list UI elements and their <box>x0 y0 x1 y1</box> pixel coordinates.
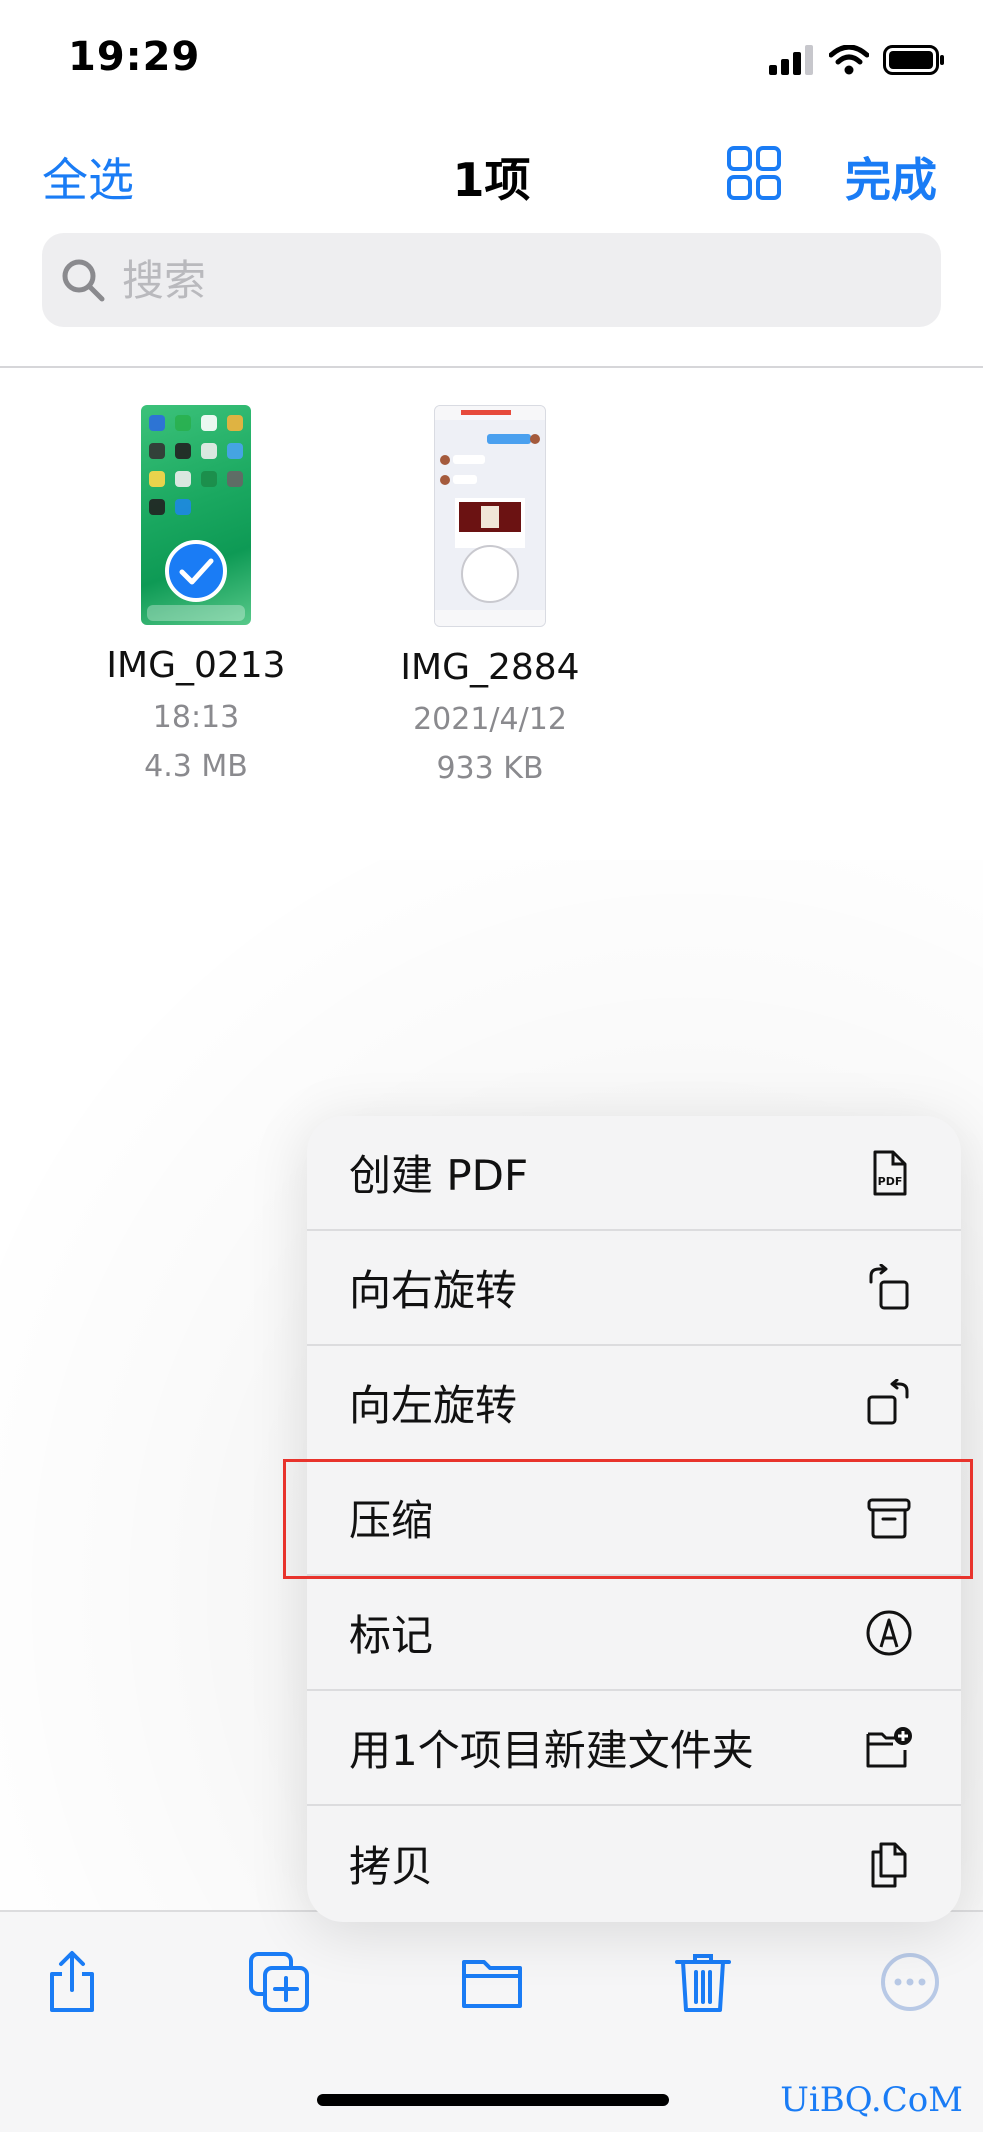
share-icon[interactable] <box>40 1950 104 2014</box>
search-bar[interactable] <box>42 233 941 327</box>
done-button[interactable]: 完成 <box>845 144 937 210</box>
more-icon[interactable] <box>878 1950 942 2014</box>
file-date: 18:13 <box>152 700 240 735</box>
menu-item-label: 拷贝 <box>349 1842 434 1891</box>
file-name: IMG_0213 <box>106 645 286 686</box>
status-time: 19:29 <box>68 34 201 80</box>
duplicate-icon[interactable] <box>247 1950 311 2014</box>
file-thumbnail[interactable] <box>141 405 251 625</box>
home-indicator[interactable] <box>317 2094 669 2106</box>
cellular-signal-icon <box>769 45 813 75</box>
divider <box>0 366 983 368</box>
menu-item-label: 标记 <box>349 1611 434 1660</box>
svg-text:PDF: PDF <box>878 1175 903 1188</box>
battery-icon <box>883 45 944 75</box>
file-item[interactable]: IMG_2884 2021/4/12 933 KB <box>345 405 635 786</box>
highlight-annotation-box <box>283 1459 973 1579</box>
folder-plus-icon <box>866 1726 912 1767</box>
file-thumbnail[interactable] <box>434 405 546 627</box>
rotate-right-icon <box>869 1263 909 1309</box>
rotate-left-icon <box>867 1378 909 1424</box>
watermark: UiBQ.CoM <box>780 2080 963 2120</box>
wifi-icon <box>829 45 869 75</box>
trash-icon[interactable] <box>671 1950 735 2014</box>
menu-item-create-pdf[interactable]: 创建 PDF PDF <box>307 1116 961 1231</box>
file-size: 933 KB <box>436 751 544 786</box>
file-name: IMG_2884 <box>400 647 580 688</box>
menu-item-markup[interactable]: 标记 <box>307 1576 961 1691</box>
menu-item-label: 用1个项目新建文件夹 <box>349 1726 754 1775</box>
menu-item-label: 向右旋转 <box>349 1266 518 1315</box>
menu-item-new-folder-with-item[interactable]: 用1个项目新建文件夹 <box>307 1691 961 1806</box>
selected-checkmark-icon <box>165 540 227 602</box>
menu-item-rotate-left[interactable]: 向左旋转 <box>307 1346 961 1461</box>
search-icon <box>62 259 105 302</box>
status-icons <box>769 44 945 76</box>
pdf-document-icon: PDF <box>873 1150 907 1195</box>
markup-pen-icon <box>866 1610 912 1655</box>
menu-item-label: 向左旋转 <box>349 1381 518 1430</box>
menu-item-label: 创建 PDF <box>349 1151 529 1200</box>
menu-item-rotate-right[interactable]: 向右旋转 <box>307 1231 961 1346</box>
copy-document-icon <box>871 1842 907 1887</box>
search-input[interactable] <box>120 254 904 306</box>
file-date: 2021/4/12 <box>413 702 567 737</box>
folder-icon[interactable] <box>460 1950 524 2014</box>
file-size: 4.3 MB <box>144 749 248 784</box>
page-title: 1项 <box>452 153 531 207</box>
file-item[interactable]: IMG_0213 18:13 4.3 MB <box>51 405 341 784</box>
chat-screenshot-preview-icon <box>435 406 545 626</box>
grid-view-icon[interactable] <box>727 146 781 200</box>
menu-item-copy[interactable]: 拷贝 <box>307 1806 961 1921</box>
